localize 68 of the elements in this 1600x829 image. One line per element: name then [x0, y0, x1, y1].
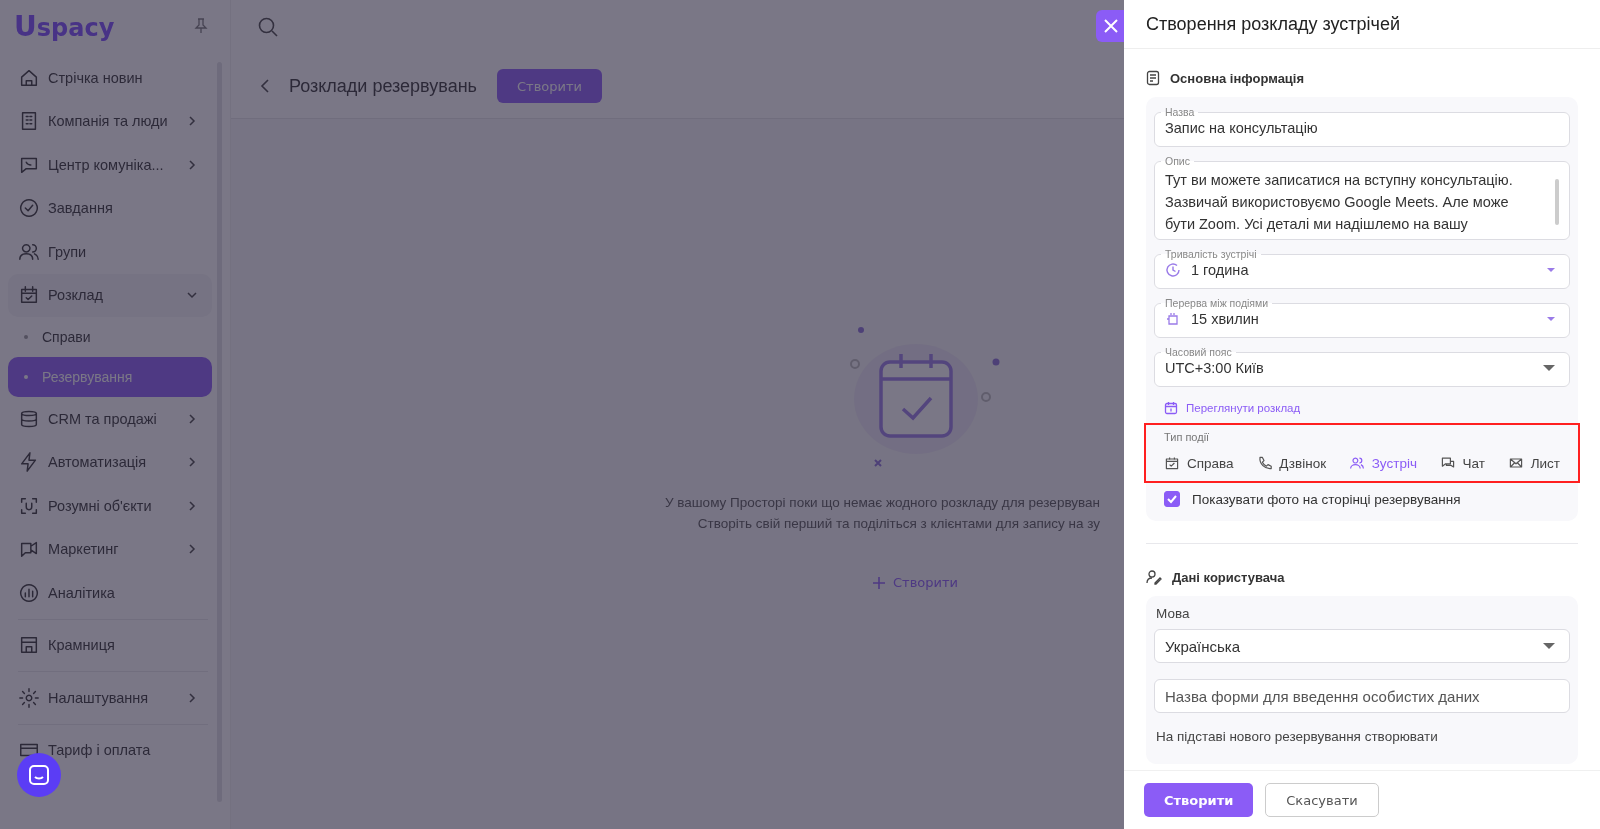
logo-text: spacy: [36, 13, 115, 42]
chevron-icon: [186, 456, 198, 469]
close-icon: [1103, 18, 1119, 34]
sidebar-item[interactable]: Компанія та люди: [8, 99, 212, 143]
search-icon[interactable]: [257, 16, 279, 38]
sidebar-item[interactable]: Стрічка новин: [8, 56, 212, 100]
sidebar-item[interactable]: CRM та продажі: [8, 397, 212, 441]
sidebar-item[interactable]: Центр комуніка...: [8, 143, 212, 187]
sidebar-subitem[interactable]: Справи: [8, 317, 212, 357]
envelope-icon: [1507, 455, 1524, 471]
name-field[interactable]: Назва Запис на консультацію: [1154, 106, 1570, 147]
chevron-icon: [186, 543, 198, 556]
break-select[interactable]: Перерва між подіями 15 хвилин: [1154, 297, 1570, 338]
checkbox-label: Показувати фото на сторінці резервування: [1192, 491, 1461, 507]
pin-icon[interactable]: [194, 18, 208, 34]
calendar-icon: [1164, 455, 1180, 471]
sidebar-item[interactable]: Групи: [8, 230, 212, 274]
view-schedule-link[interactable]: Переглянути розклад: [1164, 401, 1301, 415]
sidebar-item[interactable]: Розклад: [8, 273, 212, 317]
sidebar-item[interactable]: Аналітика: [8, 571, 212, 615]
empty-state-text: Створіть свій перший та поділіться з клієнтами для запису на зу: [696, 515, 1100, 533]
create-on-booking-label: На підставі нового резервування створювати: [1156, 729, 1439, 744]
checkbox[interactable]: [1164, 491, 1180, 507]
phone-icon: [1256, 455, 1273, 471]
create-button[interactable]: Створити: [1144, 783, 1254, 817]
event-type-label: Тип події: [1164, 431, 1211, 443]
panel-title: Створення розкладу зустрічей: [1146, 13, 1400, 35]
event-type-option[interactable]: Лист: [1507, 453, 1560, 473]
sidebar-item[interactable]: Крамниця: [8, 623, 212, 667]
document-icon: [1146, 70, 1160, 86]
people-icon: [1348, 455, 1365, 471]
event-type-option[interactable]: Справа: [1164, 453, 1234, 473]
form-name-field[interactable]: Назва форми для введення особистих даних: [1154, 679, 1570, 713]
chevron-icon: [186, 499, 198, 512]
chevron-icon: [186, 691, 198, 704]
clock-icon: [1165, 262, 1181, 278]
event-type-option[interactable]: Зустріч: [1348, 453, 1417, 473]
sidebar-item[interactable]: Розумні об'єкти: [8, 484, 212, 528]
chevron-icon: [186, 158, 198, 171]
close-button[interactable]: [1096, 10, 1126, 42]
duration-select[interactable]: Тривалість зустрічі 1 година: [1154, 248, 1570, 289]
sidebar-item[interactable]: Маркетинг: [8, 527, 212, 571]
chart-icon: [18, 581, 40, 604]
timezone-select[interactable]: Часовий пояс UTC+3:00 Київ: [1154, 346, 1570, 387]
sidebar-item[interactable]: Налаштування: [8, 676, 212, 720]
calendar-icon: [1164, 401, 1178, 415]
empty-state-text: У вашому Просторі поки що немає жодного розкладу для резервуван: [663, 494, 1100, 512]
page-title: Розклади резервувань: [289, 75, 477, 97]
section-title: Основна інформація: [1170, 70, 1305, 86]
cancel-button[interactable]: Скасувати: [1265, 783, 1379, 817]
event-type-option[interactable]: Чат: [1439, 453, 1485, 473]
plus-icon: [873, 576, 885, 589]
chat-bubbles-icon: [1439, 455, 1456, 471]
create-link[interactable]: Створити: [867, 574, 964, 591]
chevron-icon: [186, 115, 198, 128]
language-label: Мова: [1156, 606, 1191, 621]
sidebar-item[interactable]: Автоматизація: [8, 440, 212, 484]
user-edit-icon: [1146, 569, 1162, 585]
language-select[interactable]: Українська: [1154, 629, 1570, 663]
sidebar-item[interactable]: Завдання: [8, 186, 212, 230]
chat-icon: [28, 764, 50, 786]
section-title: Дані користувача: [1172, 569, 1285, 585]
gear-icon: [18, 686, 40, 709]
logo-mark: U: [14, 9, 37, 43]
description-field[interactable]: Опис Тут ви можете записатися на вступну консультацію. Зазвичай використовуємо Google Meets. Але може бути Zoom. Усі деталі ми надішлемо на вашу: [1154, 155, 1570, 240]
event-type-option[interactable]: Дзвінок: [1256, 453, 1327, 473]
chevron-icon: [186, 412, 198, 425]
cup-icon: [1165, 311, 1181, 327]
